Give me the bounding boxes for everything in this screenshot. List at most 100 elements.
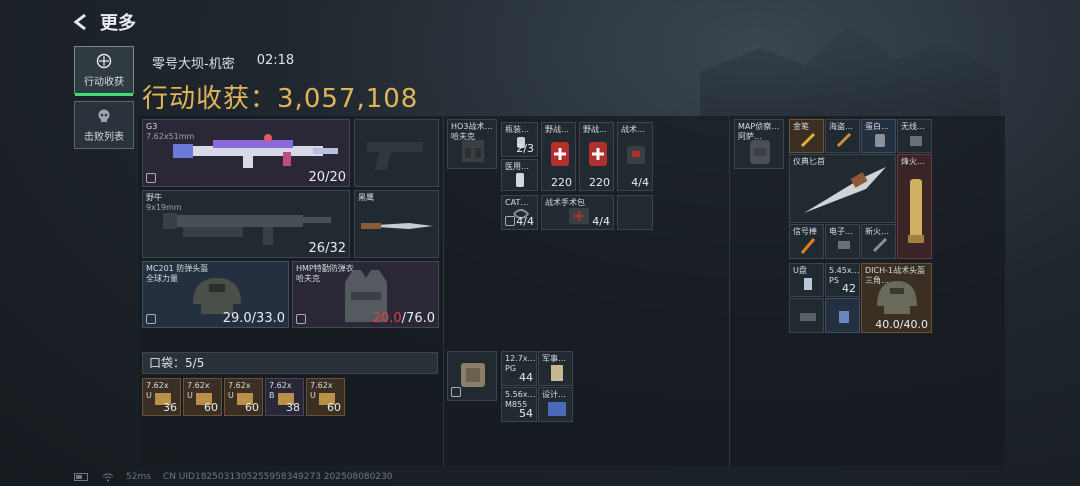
- item-count: 220: [589, 176, 610, 189]
- backpack-item[interactable]: 烽火…: [897, 154, 932, 259]
- pirate-item-icon: [836, 132, 852, 148]
- backpack-item[interactable]: 新火…: [861, 224, 896, 259]
- surgery-kit-icon: [569, 208, 589, 224]
- column-divider: [443, 116, 444, 466]
- backpack-item[interactable]: U盘: [789, 263, 824, 297]
- rig-item[interactable]: 瓶装… 2/3: [501, 122, 538, 157]
- pocket-count: 5/5: [185, 356, 205, 370]
- pocket-item[interactable]: 7.62x U 60: [306, 378, 345, 416]
- tab-kills[interactable]: 击败列表: [74, 101, 134, 149]
- tactical-kit-icon: [627, 146, 645, 164]
- backpack-helmet-item[interactable]: DICH-1战术头盔 三角… 40.0/40.0: [861, 263, 932, 333]
- session-info: 零号大坝-机密 02:18: [152, 53, 294, 72]
- item-label: 电子…: [829, 227, 853, 236]
- item-count: 2/3: [516, 142, 534, 155]
- pouch-icon: [461, 363, 485, 387]
- item-count: 60: [245, 401, 259, 414]
- item-count: 54: [519, 407, 533, 420]
- rig-item[interactable]: CAT… 4/4: [501, 195, 538, 230]
- item-label: 设计…: [542, 390, 566, 399]
- chest-rig-slot[interactable]: HO3战术… 哈夫克: [447, 119, 497, 169]
- backpack-item[interactable]: 无线…: [897, 119, 932, 153]
- item-label: U盘: [793, 266, 807, 275]
- chip-icon: [839, 311, 849, 323]
- backpack-slot[interactable]: MAP侦察… 阿萨…: [734, 119, 784, 169]
- rig-slot-empty[interactable]: [617, 195, 653, 230]
- pocket-item[interactable]: 7.62x B 38: [265, 378, 304, 416]
- tab-loot[interactable]: 行动收获: [74, 46, 134, 96]
- backpack-item[interactable]: 信号棒: [789, 224, 824, 259]
- weapon-ammo-count: 26/32: [308, 241, 346, 256]
- pocket-item[interactable]: 7.62x U 36: [142, 378, 181, 416]
- item-label: 蛋白…: [865, 122, 889, 131]
- backpack-item[interactable]: 海盗…: [825, 119, 860, 153]
- item-durability: 40.0/40.0: [875, 318, 928, 331]
- vest-slot[interactable]: HMP特勤防弹衣 哈夫克 20.0/76.0: [292, 261, 439, 328]
- backpack-item-unlabeled[interactable]: [825, 298, 860, 333]
- item-label: 金笔: [793, 122, 809, 131]
- background-scene: [700, 24, 1000, 120]
- backpack-item[interactable]: 5.45x… PS 42: [825, 263, 860, 297]
- backpack-item[interactable]: 蛋白…: [861, 119, 896, 153]
- item-count: 44: [519, 371, 533, 384]
- pouch-slot[interactable]: [447, 351, 497, 401]
- rifle-icon: [173, 134, 338, 168]
- weapon-ammo-count: 20/20: [308, 170, 346, 185]
- item-label: 野战…: [583, 125, 607, 134]
- electronic-part-icon: [838, 241, 850, 249]
- knife-icon: [361, 223, 433, 229]
- pouch-item[interactable]: 5.56x… M855 54: [501, 387, 537, 422]
- backpack-item-unlabeled[interactable]: [789, 298, 824, 333]
- tactical-helmet-icon: [877, 281, 917, 314]
- flare-icon: [800, 238, 816, 254]
- primary-weapon-slot[interactable]: G3 7.62x51mm 20/20: [142, 119, 350, 187]
- column-divider: [729, 116, 730, 466]
- medicine-bottle-icon: [516, 173, 524, 187]
- tab-loot-label: 行动收获: [84, 76, 124, 88]
- tab-kills-label: 击败列表: [84, 131, 124, 143]
- item-count: 42: [842, 282, 856, 295]
- rig-item[interactable]: 野战… 220: [579, 122, 614, 191]
- backpack-item[interactable]: 仪典匕首: [789, 154, 896, 223]
- pocket-label: 口袋：: [149, 356, 186, 370]
- helmet-slot[interactable]: MC201 防弹头盔 全球力量 29.0/33.0: [142, 261, 289, 328]
- rig-item[interactable]: 战术手术包 4/4: [541, 195, 614, 230]
- pistol-slot-empty[interactable]: [354, 119, 439, 187]
- secondary-weapon-slot[interactable]: 野牛 9x19mm 26/32: [142, 190, 350, 258]
- bound-icon: [451, 387, 461, 397]
- crosshair-icon: [96, 53, 112, 68]
- melee-slot[interactable]: 黑鹰: [354, 190, 439, 258]
- pouch-item[interactable]: 设计…: [538, 387, 573, 422]
- back-arrow-icon[interactable]: [72, 13, 90, 31]
- item-label: 战术…: [621, 125, 645, 134]
- backpack-item[interactable]: 金笔: [789, 119, 824, 153]
- pen-icon: [800, 132, 816, 148]
- pouch-item[interactable]: 军事…: [538, 351, 573, 386]
- item-count: 36: [163, 401, 177, 414]
- pocket-item[interactable]: 7.62x U 60: [224, 378, 263, 416]
- page-title: 更多: [100, 13, 136, 34]
- backpack-item[interactable]: 电子…: [825, 224, 860, 259]
- item-label: 烽火…: [901, 157, 925, 166]
- session-time: 02:18: [256, 53, 295, 68]
- item-count: 4/4: [631, 176, 649, 189]
- item-count: 38: [286, 401, 300, 414]
- pocket-item[interactable]: 7.62x U 60: [183, 378, 222, 416]
- pouch-item[interactable]: 12.7x… PG 44: [501, 351, 537, 386]
- item-label: 瓶装…: [505, 125, 529, 134]
- rig-item[interactable]: 战术… 4/4: [617, 122, 653, 191]
- loot-label: 行动收获：: [142, 84, 278, 114]
- item-label: 海盗…: [829, 122, 853, 131]
- ceremonial-dagger-icon: [804, 167, 886, 213]
- rig-item[interactable]: 医用…: [501, 159, 538, 191]
- helmet-durability: 29.0/33.0: [222, 311, 285, 326]
- backpack-icon: [750, 140, 770, 164]
- wifi-icon: [102, 473, 114, 481]
- radio-icon: [910, 136, 922, 146]
- smg-icon: [163, 213, 331, 245]
- item-count: 4/4: [516, 215, 534, 228]
- medkit-icon: [589, 142, 607, 166]
- vest-durability: 20.0/76.0: [372, 311, 435, 326]
- rig-item[interactable]: 野战… 220: [541, 122, 576, 191]
- item-count: 60: [204, 401, 218, 414]
